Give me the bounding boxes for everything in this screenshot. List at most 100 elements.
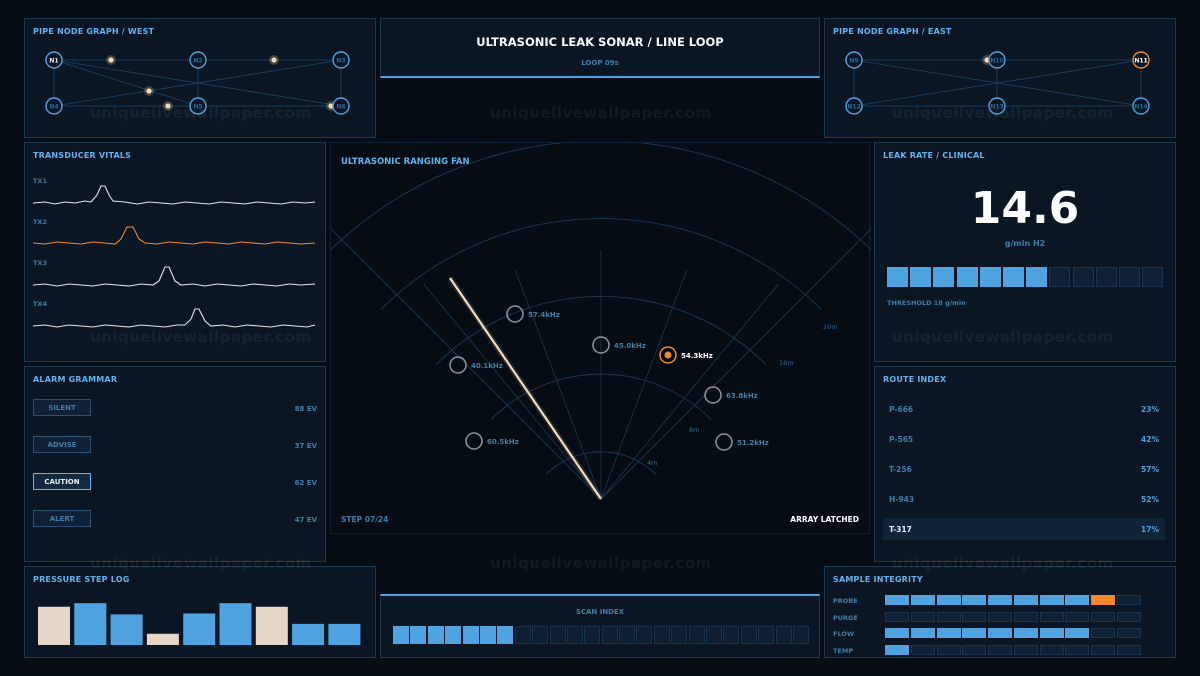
integrity-segment [1116, 645, 1141, 655]
route-pct: 23% [1141, 405, 1159, 414]
integrity-bars [885, 595, 1141, 657]
integrity-segment [1116, 612, 1141, 622]
watermark: uniquelivewallpaper.com [90, 554, 312, 572]
integrity-segment [962, 612, 987, 622]
target-label: 51.2kHz [737, 439, 769, 447]
integrity-segment [1013, 645, 1038, 655]
route-pct: 17% [1141, 525, 1159, 534]
target-label: 40.1kHz [471, 362, 503, 370]
scan-segment [410, 626, 427, 644]
integrity-segment [936, 595, 961, 605]
watermark: uniquelivewallpaper.com [892, 554, 1114, 572]
leak-level-segment [1003, 267, 1024, 287]
pressure-bar [219, 603, 252, 645]
integrity-segment [910, 595, 935, 605]
header-panel: ULTRASONIC LEAK SONAR / LINE LOOP LOOP 0… [380, 18, 820, 78]
leak-level-bar [887, 267, 1164, 287]
vitals-trace-tx2 [32, 226, 316, 245]
route-row[interactable]: P-666 23% [883, 398, 1165, 420]
scan-segment [793, 626, 809, 644]
watermark: uniquelivewallpaper.com [490, 104, 712, 122]
sonar-target[interactable] [449, 356, 467, 374]
scan-segment [653, 626, 670, 644]
leak-value: 14.6 [970, 183, 1080, 234]
vitals-channel-label: TX1 [33, 177, 47, 185]
route-row-selected[interactable]: T-317 17% [883, 518, 1165, 540]
leak-level-segment [1072, 267, 1094, 287]
integrity-segment [885, 628, 910, 638]
vitals-channel-label: TX3 [33, 259, 47, 267]
route-pct: 42% [1141, 435, 1159, 444]
integrity-segment [962, 645, 987, 655]
pressure-bar [255, 606, 288, 645]
vitals-channel-label: TX4 [33, 300, 47, 308]
route-row[interactable]: P-565 42% [883, 428, 1165, 450]
pressure-bar [110, 614, 143, 645]
integrity-segment [910, 612, 935, 622]
integrity-segment [1091, 595, 1116, 605]
alarm-state-caution-button[interactable]: CAUTION [33, 473, 91, 490]
leak-level-segment [1095, 267, 1117, 287]
alarm-state-silent-button[interactable]: SILENT [33, 399, 91, 416]
scan-segment [619, 626, 636, 644]
sonar-target[interactable] [506, 305, 524, 323]
scan-segment [549, 626, 566, 644]
watermark: uniquelivewallpaper.com [90, 328, 312, 346]
integrity-segment [1013, 612, 1038, 622]
integrity-segment [988, 612, 1013, 622]
integrity-segment [1065, 628, 1090, 638]
integrity-segment [1065, 595, 1090, 605]
integrity-title: SAMPLE INTEGRITY [833, 575, 923, 584]
target-label-active: 54.3kHz [681, 352, 713, 360]
route-row[interactable]: H-943 52% [883, 488, 1165, 510]
route-name: H-943 [889, 495, 915, 504]
sonar-sweep-glow [447, 276, 604, 501]
integrity-segment [885, 612, 910, 622]
sonar-fan-svg[interactable]: 4m 8m 16m 20m 57.4kHz 45.0kHz 54.3kHz 40… [331, 143, 871, 535]
sonar-target[interactable] [715, 433, 733, 451]
east-node-label: N11 [1134, 58, 1147, 65]
integrity-segment [936, 612, 961, 622]
scan-segment [758, 626, 775, 644]
scan-segment [671, 626, 688, 644]
west-node-label: N3 [336, 58, 345, 65]
west-node-label: N1 [49, 58, 58, 65]
scan-segment [584, 626, 601, 644]
alarm-state-count: 62 EV [294, 479, 317, 487]
pressure-panel: PRESSURE STEP LOG [24, 566, 376, 658]
target-label: 45.0kHz [614, 342, 646, 350]
route-row[interactable]: T-256 57% [883, 458, 1165, 480]
integrity-segment [988, 628, 1013, 638]
scan-segment [479, 626, 496, 644]
integrity-row-label: FLOW [833, 630, 855, 638]
leak-level-segment [1142, 267, 1164, 287]
pressure-bar [74, 603, 107, 645]
pressure-bar [146, 633, 179, 645]
pressure-bar [38, 606, 70, 645]
vitals-trace-tx4 [32, 308, 316, 328]
sonar-target[interactable] [465, 432, 483, 450]
pressure-bar [328, 623, 361, 645]
integrity-segment [962, 628, 987, 638]
scan-segment [532, 626, 549, 644]
east-node-label: N12 [847, 104, 860, 111]
alarm-state-count: 37 EV [294, 442, 317, 450]
east-node-label: N14 [1134, 104, 1147, 111]
leak-level-segment [933, 267, 955, 287]
integrity-panel: SAMPLE INTEGRITY PROBE PURGE FLOW TEMP [824, 566, 1176, 658]
alarm-title: ALARM GRAMMAR [33, 375, 118, 384]
integrity-segment [1091, 628, 1116, 638]
scan-segment [497, 626, 514, 644]
scan-segment [723, 626, 740, 644]
integrity-row-label: TEMP [833, 647, 854, 655]
alarm-state-advise-button[interactable]: ADVISE [33, 436, 91, 453]
sonar-target[interactable] [704, 386, 722, 404]
alarm-state-alert-button[interactable]: ALERT [33, 510, 91, 527]
route-name: P-666 [889, 405, 914, 414]
sonar-target-active-dot [664, 351, 672, 359]
scan-segment [566, 626, 583, 644]
leak-level-segment [1026, 267, 1048, 287]
integrity-segment [1091, 612, 1116, 622]
west-node-label: N4 [49, 104, 58, 111]
integrity-segment [1116, 628, 1141, 638]
